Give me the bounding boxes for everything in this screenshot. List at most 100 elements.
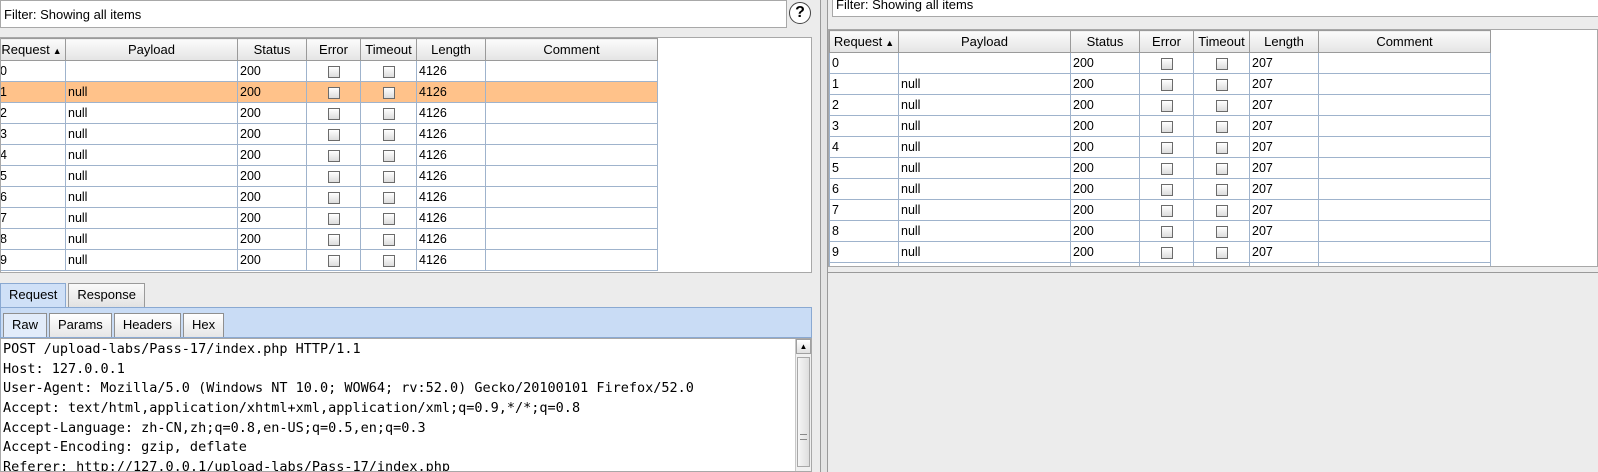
timeout-checkbox[interactable] [1215,225,1228,238]
table-row[interactable]: 3 null 200 4126 [1,123,658,145]
timeout-checkbox[interactable] [382,86,395,99]
error-checkbox[interactable] [1160,183,1173,196]
table-row[interactable]: 7 null 200 207 [829,199,1491,221]
table-row[interactable]: 5 null 200 4126 [1,165,658,187]
error-checkbox[interactable] [327,65,340,78]
table-row[interactable]: 8 null 200 207 [829,220,1491,242]
timeout-checkbox[interactable] [382,128,395,141]
error-checkbox[interactable] [327,254,340,267]
column-header-comment[interactable]: Comment [485,38,658,61]
timeout-checkbox[interactable] [382,107,395,120]
error-checkbox[interactable] [1160,225,1173,238]
table-row[interactable]: 9 null 200 4126 [1,249,658,271]
vertical-scrollbar[interactable]: ▲ [795,339,811,471]
timeout-checkbox[interactable] [1215,78,1228,91]
column-header-length[interactable]: Length [1249,30,1319,53]
subtab-params[interactable]: Params [49,313,112,337]
column-header-label: Error [1152,34,1181,49]
timeout-checkbox[interactable] [1215,246,1228,259]
column-header-request[interactable]: Request ▲ [829,30,899,53]
table-row[interactable]: 0 200 207 [829,52,1491,74]
table-row[interactable]: 3 null 200 207 [829,115,1491,137]
timeout-checkbox[interactable] [382,191,395,204]
table-row[interactable]: 9 null 200 207 [829,241,1491,263]
error-checkbox-cell [306,102,361,124]
table-row[interactable]: 7 null 200 4126 [1,207,658,229]
error-checkbox[interactable] [1160,141,1173,154]
filter-bar[interactable]: Filter: Showing all items [0,0,787,28]
cell-length: 207 [1249,136,1319,158]
timeout-checkbox[interactable] [382,254,395,267]
split-divider[interactable] [820,0,828,472]
raw-request-editor[interactable]: POST /upload-labs/Pass-17/index.php HTTP… [0,338,812,472]
column-header-request[interactable]: Request ▲ [1,38,66,61]
column-header-payload[interactable]: Payload [898,30,1071,53]
error-checkbox[interactable] [1160,78,1173,91]
timeout-checkbox[interactable] [382,212,395,225]
column-header-error[interactable]: Error [1139,30,1194,53]
table-row[interactable]: 5 null 200 207 [829,157,1491,179]
timeout-checkbox[interactable] [1215,99,1228,112]
timeout-checkbox[interactable] [1215,141,1228,154]
tab-request[interactable]: Request [0,283,67,307]
column-header-length[interactable]: Length [416,38,486,61]
table-row[interactable]: 0 200 4126 [1,60,658,82]
cell-comment [485,228,658,250]
error-checkbox[interactable] [1160,162,1173,175]
column-header-status[interactable]: Status [1070,30,1140,53]
error-checkbox[interactable] [1160,57,1173,70]
error-checkbox[interactable] [327,107,340,120]
scroll-thumb[interactable] [797,357,810,467]
table-row[interactable]: 8 null 200 4126 [1,228,658,250]
timeout-checkbox[interactable] [382,170,395,183]
table-row[interactable]: 6 null 200 207 [829,178,1491,200]
table-row[interactable]: 4 null 200 207 [829,136,1491,158]
error-checkbox[interactable] [327,86,340,99]
help-icon[interactable]: ? [789,2,811,24]
cell-status: 200 [237,165,307,187]
column-header-comment[interactable]: Comment [1318,30,1491,53]
filter-text-right: Filter: Showing all items [836,0,974,12]
subtab-headers[interactable]: Headers [113,313,181,337]
column-header-payload[interactable]: Payload [65,38,238,61]
table-row[interactable]: 2 null 200 207 [829,94,1491,116]
cell-comment [485,123,658,145]
tab-response[interactable]: Response [68,283,145,307]
table-row[interactable]: 6 null 200 4126 [1,186,658,208]
timeout-checkbox[interactable] [1215,204,1228,217]
error-checkbox[interactable] [327,128,340,141]
cell-payload: null [65,165,238,187]
table-row[interactable]: 10null200 207 [829,262,1491,266]
subtab-raw[interactable]: Raw [3,313,48,337]
table-row[interactable]: 1 null 200 207 [829,73,1491,95]
error-checkbox[interactable] [327,212,340,225]
filter-bar-right[interactable]: Filter: Showing all items [832,0,1598,17]
table-row[interactable]: 2 null 200 4126 [1,102,658,124]
column-header-error[interactable]: Error [306,38,361,61]
table-row[interactable]: 4 null 200 4126 [1,144,658,166]
column-header-timeout[interactable]: Timeout [1193,30,1250,53]
error-checkbox[interactable] [1160,204,1173,217]
error-checkbox[interactable] [327,191,340,204]
timeout-checkbox[interactable] [1215,57,1228,70]
cell-payload: null [65,228,238,250]
error-checkbox[interactable] [327,233,340,246]
column-header-status[interactable]: Status [237,38,307,61]
error-checkbox[interactable] [1160,120,1173,133]
error-checkbox[interactable] [327,170,340,183]
column-header-timeout[interactable]: Timeout [360,38,417,61]
results-table-container-right: Request ▲ Payload Status Error Timeout Length C… [828,29,1598,267]
timeout-checkbox[interactable] [1215,120,1228,133]
timeout-checkbox[interactable] [382,233,395,246]
error-checkbox[interactable] [327,149,340,162]
timeout-checkbox[interactable] [382,65,395,78]
timeout-checkbox[interactable] [1215,162,1228,175]
error-checkbox[interactable] [1160,246,1173,259]
error-checkbox[interactable] [1160,99,1173,112]
timeout-checkbox[interactable] [382,149,395,162]
table-row[interactable]: 1 null 200 4126 [1,81,658,103]
subtab-hex[interactable]: Hex [182,313,225,337]
scroll-up-arrow-icon[interactable]: ▲ [796,339,811,354]
timeout-checkbox[interactable] [1215,183,1228,196]
sub-tab-bar: Raw Params Headers Hex [0,308,812,338]
